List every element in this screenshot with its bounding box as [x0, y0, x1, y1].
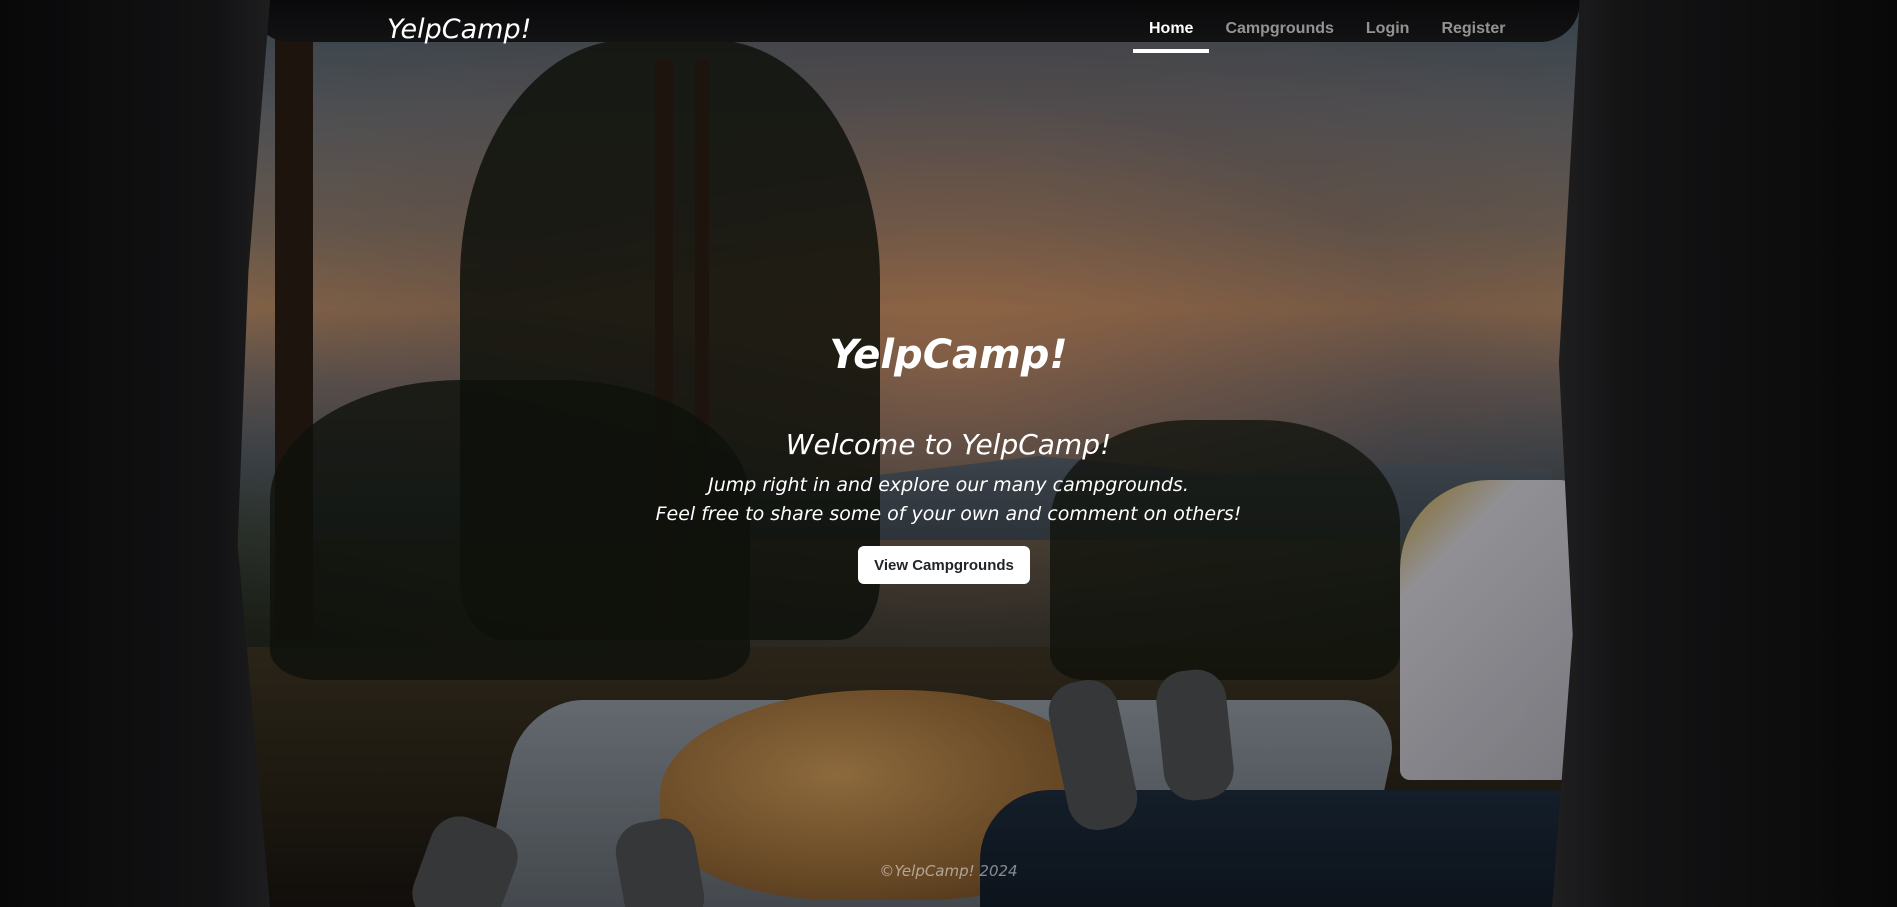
view-campgrounds-button[interactable]: View Campgrounds — [858, 546, 1030, 584]
nav-link-campgrounds[interactable]: Campgrounds — [1209, 19, 1349, 47]
footer-copyright: ©YelpCamp! 2024 — [879, 862, 1018, 880]
hero-title: YelpCamp! — [829, 332, 1068, 378]
nav-link-register[interactable]: Register — [1425, 19, 1521, 47]
nav-link-login[interactable]: Login — [1350, 19, 1426, 47]
nav-links: Home Campgrounds Login Register — [1133, 19, 1521, 53]
nav-link-home[interactable]: Home — [1133, 19, 1210, 53]
hero-text-line-2: Feel free to share some of your own and … — [655, 503, 1242, 525]
hero-subtitle: Welcome to YelpCamp! — [785, 428, 1112, 461]
navbar-brand[interactable]: YelpCamp! — [387, 14, 531, 45]
hero-text-line-1: Jump right in and explore our many campg… — [708, 474, 1189, 496]
navbar: YelpCamp! Home Campgrounds Login Registe… — [0, 0, 1897, 60]
